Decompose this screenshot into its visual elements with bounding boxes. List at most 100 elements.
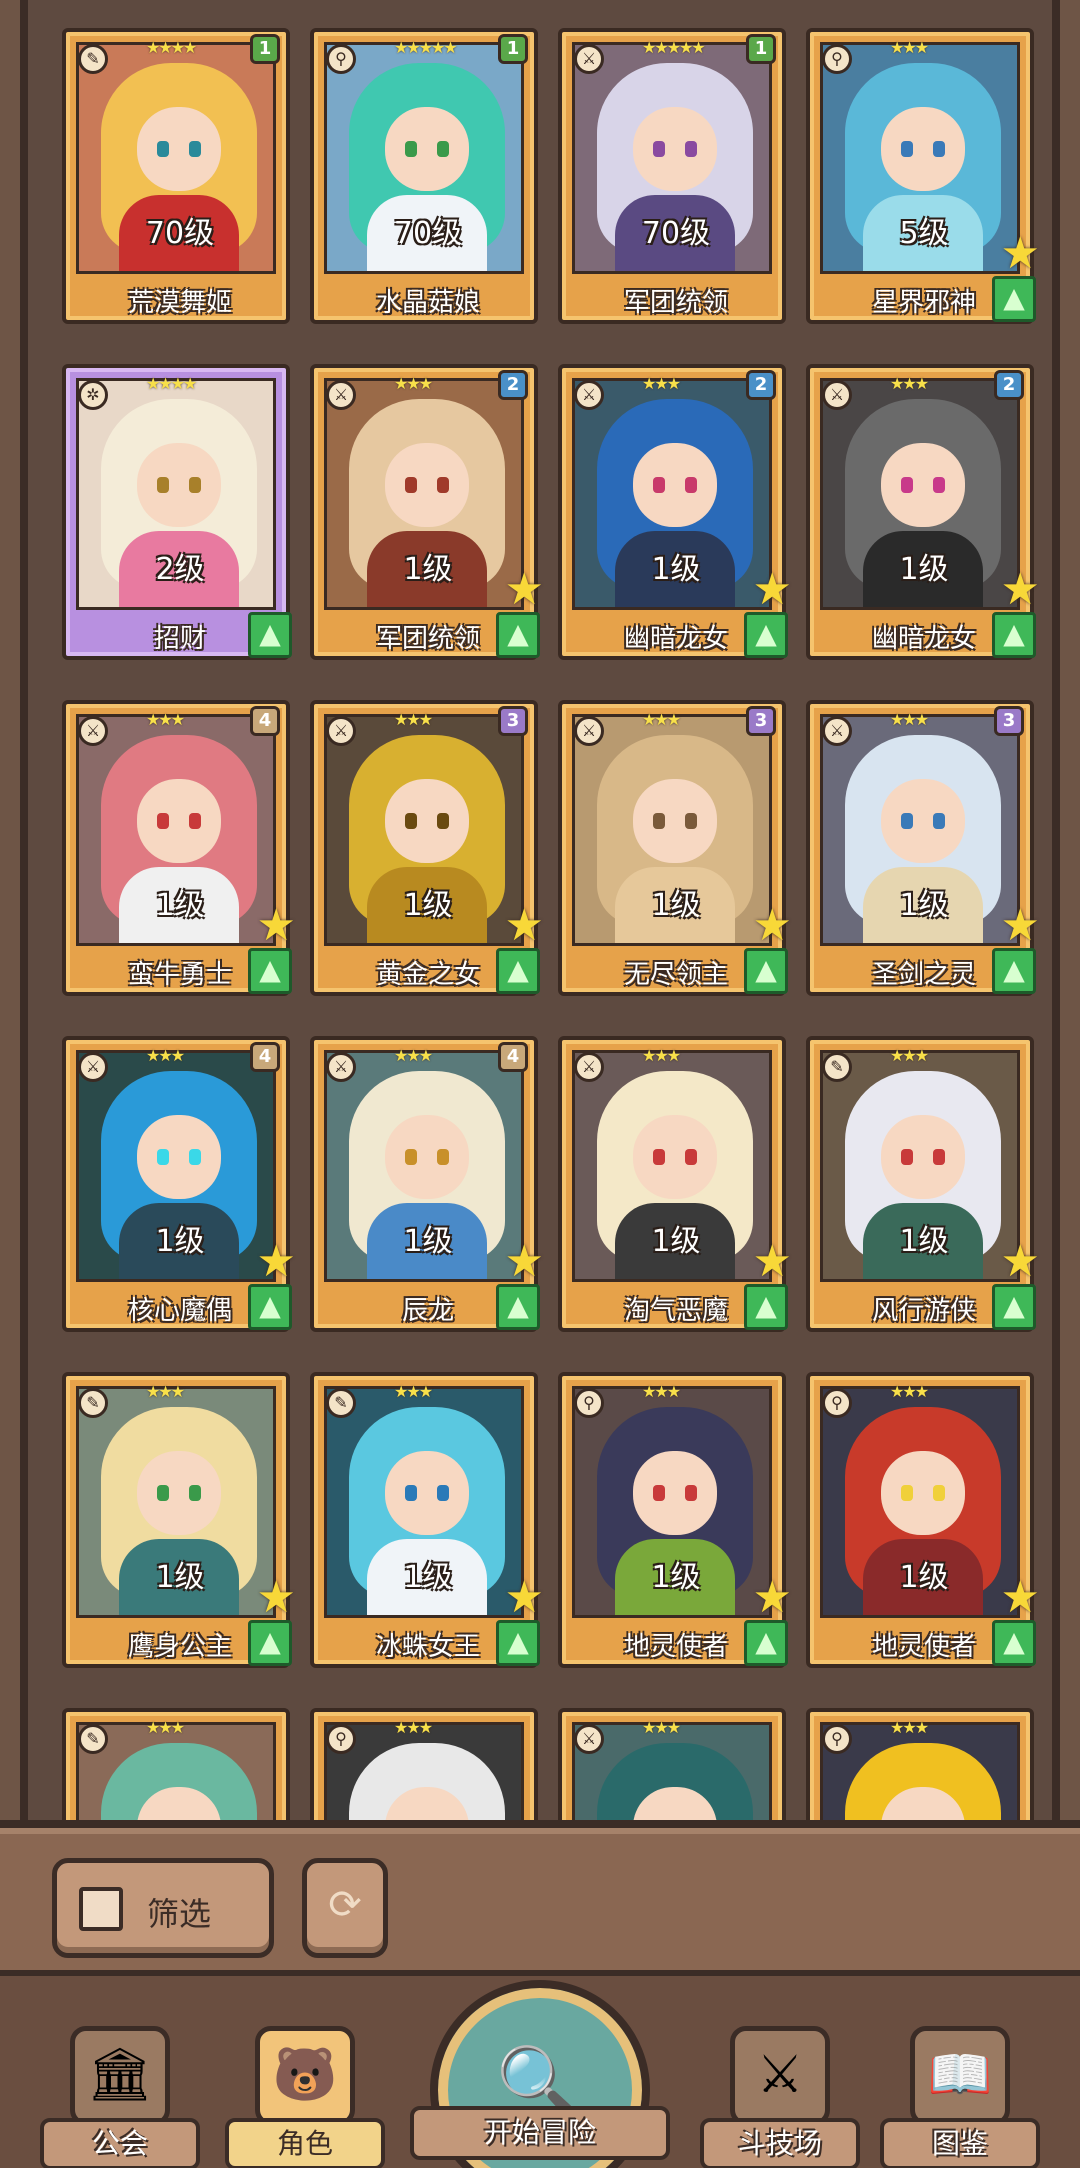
hero-card[interactable]: ⚔ ★★★ 4 1级 蛮牛勇士 ★ ▲ (62, 700, 296, 996)
hero-card[interactable]: ⚔ ★★★ 2 1级 军团统领 ★ ▲ (310, 364, 544, 660)
hero-card[interactable]: ⚔ ★★★ 3 1级 无尽领主 ★ ▲ (558, 700, 792, 996)
hero-card[interactable]: ✲ ★★★★ 2级 招财 ▲ (62, 364, 292, 660)
rank-badge: 4 (250, 706, 280, 736)
rarity-stars: ★★★ (890, 1046, 929, 1065)
hero-card[interactable]: ⚔ ★★★ 4 1级 辰龙 ★ ▲ (310, 1036, 544, 1332)
leaf-icon: ✎ (326, 1388, 356, 1418)
wand-icon: ⚲ (822, 44, 852, 74)
wand-icon: ⚲ (326, 44, 356, 74)
hero-level: 70级 (393, 216, 463, 251)
hero-card[interactable]: ⚲ ★★★ (310, 1708, 538, 1830)
sword-icon: ⚔ (574, 380, 604, 410)
level-up-arrow-icon: ▲ (496, 1620, 540, 1666)
nav-guild[interactable]: 🏛 公会 (40, 2026, 200, 2168)
leaf-icon: ✎ (78, 1724, 108, 1754)
hero-card[interactable]: ⚔ ★★★ (558, 1708, 786, 1830)
star-up-icon: ★ (1000, 228, 1040, 279)
nav-arena[interactable]: ⚔ 斗技场 (700, 2026, 860, 2168)
star-up-icon: ★ (752, 1572, 792, 1623)
grid-icon (79, 1887, 123, 1931)
sword-icon: ⚔ (574, 1724, 604, 1754)
star-up-icon: ★ (256, 900, 296, 951)
nav-guild-label: 公会 (40, 2118, 200, 2168)
sword-icon: ⚔ (574, 44, 604, 74)
rarity-stars: ★★★ (890, 1382, 929, 1401)
filter-bar: 筛选 ⟳ (0, 1820, 1080, 1970)
rarity-stars: ★★★ (146, 710, 185, 729)
sword-icon: ⚔ (78, 1052, 108, 1082)
sword-icon: ⚔ (78, 716, 108, 746)
hero-card[interactable]: ⚲ ★★★ 1级 地灵使者 ★ ▲ (806, 1372, 1040, 1668)
level-up-arrow-icon: ▲ (744, 948, 788, 994)
nav-codex-label: 图鉴 (880, 2118, 1040, 2168)
rank-badge: 4 (250, 1042, 280, 1072)
hero-card[interactable]: ✎ ★★★ (62, 1708, 290, 1830)
reset-button[interactable]: ⟳ (302, 1858, 388, 1958)
hero-card[interactable]: ⚲ ★★★ (806, 1708, 1034, 1830)
wand-icon: ⚲ (574, 1388, 604, 1418)
level-up-arrow-icon: ▲ (248, 948, 292, 994)
star-up-icon: ★ (752, 1236, 792, 1287)
leaf-icon: ✎ (822, 1052, 852, 1082)
hero-icon: 🐻 (255, 2026, 355, 2126)
hero-name: 水晶菇娘 (375, 288, 480, 318)
hero-card[interactable]: ⚲ ★★★ 1级 地灵使者 ★ ▲ (558, 1372, 792, 1668)
sword-icon: ⚔ (574, 716, 604, 746)
rarity-stars: ★★★ (890, 710, 929, 729)
crossed-swords-icon: ⚔ (730, 2026, 830, 2126)
wand-icon: ⚲ (326, 1724, 356, 1754)
hero-name: 荒漠舞姬 (127, 288, 232, 318)
hero-card[interactable]: ⚔ ★★★★★ 1 70级 军团统领 (558, 28, 786, 324)
rank-badge: 3 (498, 706, 528, 736)
star-up-icon: ★ (1000, 900, 1040, 951)
rarity-stars: ★★★ (890, 374, 929, 393)
star-up-icon: ★ (1000, 564, 1040, 615)
hero-card[interactable]: ⚔ ★★★ 2 1级 幽暗龙女 ★ ▲ (558, 364, 792, 660)
rarity-stars: ★★★ (642, 1046, 681, 1065)
hero-card[interactable]: ✎ ★★★ 1级 风行游侠 ★ ▲ (806, 1036, 1040, 1332)
rarity-stars: ★★★ (394, 1718, 433, 1737)
rarity-stars: ★★★ (146, 1382, 185, 1401)
leaf-icon: ✎ (78, 1388, 108, 1418)
hero-card[interactable]: ⚔ ★★★ 1级 淘气恶魔 ★ ▲ (558, 1036, 792, 1332)
level-up-arrow-icon: ▲ (496, 948, 540, 994)
rarity-stars: ★★★ (642, 374, 681, 393)
hero-card[interactable]: ✎ ★★★★ 1 70级 荒漠舞姬 (62, 28, 290, 324)
rank-badge: 3 (746, 706, 776, 736)
rarity-stars: ★★★★ (146, 38, 197, 57)
level-up-arrow-icon: ▲ (744, 1284, 788, 1330)
rank-badge: 3 (994, 706, 1024, 736)
hero-card[interactable]: ⚲ ★★★ 5级 星界邪神 ★ ▲ (806, 28, 1040, 324)
star-up-icon: ★ (1000, 1236, 1040, 1287)
hero-card[interactable]: ⚔ ★★★ 4 1级 核心魔偶 ★ ▲ (62, 1036, 296, 1332)
hero-card[interactable]: ⚔ ★★★ 3 1级 圣剑之灵 ★ ▲ (806, 700, 1040, 996)
start-adventure-button[interactable]: 🔍 开始冒险 (410, 1980, 670, 2168)
hero-card[interactable]: ✎ ★★★ 1级 冰蛛女王 ★ ▲ (310, 1372, 544, 1668)
level-up-arrow-icon: ▲ (496, 612, 540, 658)
filter-button[interactable]: 筛选 (52, 1858, 274, 1958)
hero-card[interactable]: ⚲ ★★★★★ 1 70级 水晶菇娘 (310, 28, 538, 324)
sword-icon: ⚔ (574, 1052, 604, 1082)
hero-card[interactable]: ✎ ★★★ 1级 鹰身公主 ★ ▲ (62, 1372, 296, 1668)
hero-level: 70级 (641, 216, 711, 251)
level-up-arrow-icon: ▲ (248, 1620, 292, 1666)
nav-codex[interactable]: 📖 图鉴 (880, 2026, 1040, 2168)
level-up-arrow-icon: ▲ (744, 1620, 788, 1666)
level-up-arrow-icon: ▲ (744, 612, 788, 658)
hero-level: 2级 (155, 552, 205, 587)
sword-icon: ⚔ (326, 1052, 356, 1082)
nav-arena-label: 斗技场 (700, 2118, 860, 2168)
hero-card[interactable]: ⚔ ★★★ 3 1级 黄金之女 ★ ▲ (310, 700, 544, 996)
star-up-icon: ★ (504, 564, 544, 615)
star-up-icon: ★ (504, 1236, 544, 1287)
gear-icon: ✲ (78, 380, 108, 410)
rarity-stars: ★★★★ (146, 374, 197, 393)
sword-icon: ⚔ (326, 380, 356, 410)
star-up-icon: ★ (256, 1572, 296, 1623)
hero-card[interactable]: ⚔ ★★★ 2 1级 幽暗龙女 ★ ▲ (806, 364, 1040, 660)
star-up-icon: ★ (504, 900, 544, 951)
level-up-arrow-icon: ▲ (496, 1284, 540, 1330)
rarity-stars: ★★★ (890, 1718, 929, 1737)
nav-hero[interactable]: 🐻 角色 (225, 2026, 385, 2168)
rarity-stars: ★★★ (146, 1718, 185, 1737)
